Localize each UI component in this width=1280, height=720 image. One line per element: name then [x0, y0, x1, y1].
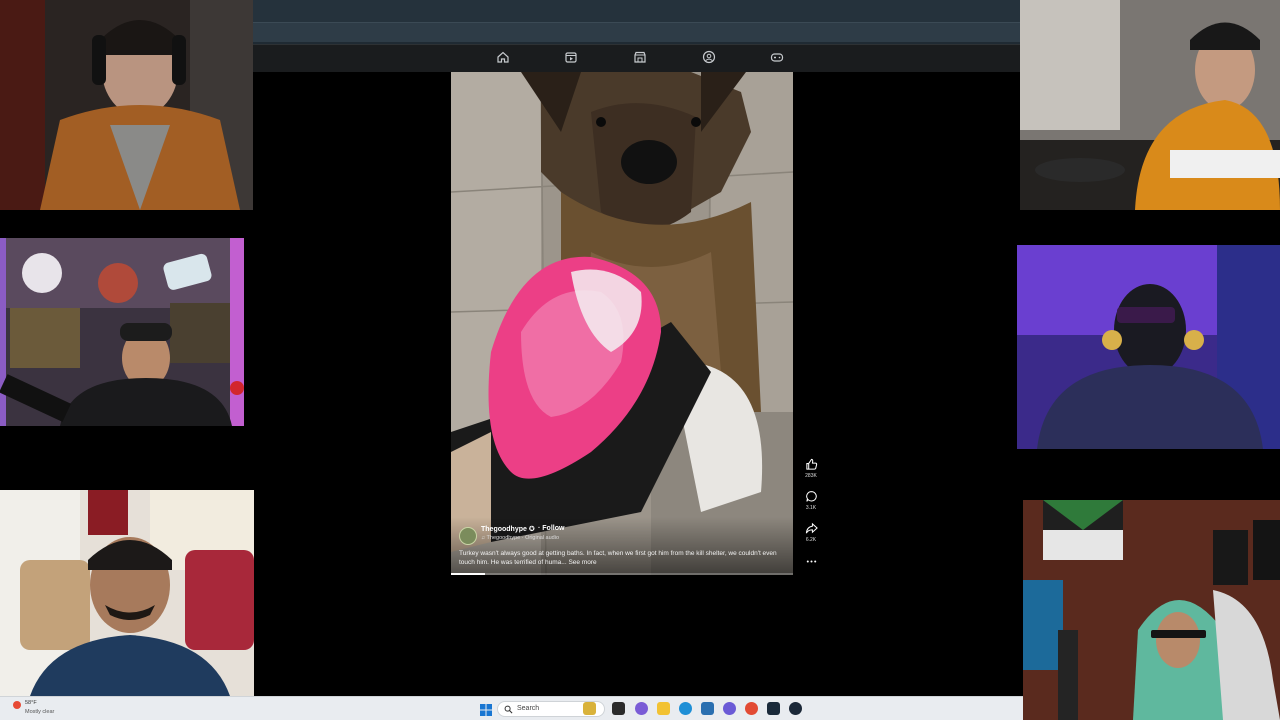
weather-description[interactable]: Mostly clear — [25, 709, 54, 715]
windows-start-icon[interactable] — [480, 703, 492, 716]
chrome-icon[interactable] — [745, 702, 758, 715]
copilot-icon[interactable] — [635, 702, 648, 715]
like-count: 283K — [805, 473, 817, 479]
reel-caption-text: Turkey wasn't always good at getting bat… — [459, 550, 777, 566]
groups-icon[interactable] — [702, 50, 716, 64]
reel-audio-label[interactable]: ♫ Thegoodhype · Original audio — [481, 535, 559, 541]
comment-icon — [805, 491, 817, 502]
webcam-feed-middle-right — [1017, 245, 1280, 449]
author-avatar[interactable] — [459, 527, 477, 545]
discord-icon[interactable] — [723, 702, 736, 715]
webcam-feed-top-left — [0, 0, 253, 210]
reel-progress-bar[interactable] — [451, 573, 793, 575]
reel-video-frame — [451, 72, 793, 575]
edge-icon[interactable] — [679, 702, 692, 715]
steam-icon[interactable] — [789, 702, 802, 715]
more-options-button[interactable] — [803, 555, 819, 568]
taskbar-widget-icon[interactable] — [583, 702, 596, 715]
webcam-feed-top-right — [1020, 0, 1280, 210]
follow-link[interactable]: · Follow — [538, 525, 564, 532]
more-icon — [806, 560, 816, 563]
reel-caption: Turkey wasn't always good at getting bat… — [459, 549, 779, 567]
obs-icon[interactable] — [767, 702, 780, 715]
weather-icon[interactable] — [13, 701, 21, 709]
store-icon[interactable] — [701, 702, 714, 715]
home-icon[interactable] — [496, 50, 510, 64]
search-placeholder: Search — [517, 705, 540, 712]
task-view-icon[interactable] — [612, 702, 625, 715]
video-icon[interactable] — [564, 50, 578, 64]
browser-address-bar[interactable] — [253, 22, 1020, 42]
webcam-feed-middle-left — [0, 238, 244, 426]
comment-button[interactable]: 3.1K — [803, 490, 819, 511]
gaming-icon[interactable] — [770, 50, 784, 64]
webcam-feed-bottom-left — [0, 490, 254, 696]
thumbs-up-icon — [805, 458, 817, 470]
reel-video-player[interactable]: Thegoodhype ✪ · Follow ♫ Thegoodhype · O… — [451, 72, 793, 575]
reel-progress-fill — [451, 573, 486, 575]
share-icon — [805, 522, 818, 534]
marketplace-icon[interactable] — [633, 50, 647, 64]
like-button[interactable]: 283K — [803, 458, 819, 479]
file-explorer-icon[interactable] — [657, 702, 670, 715]
webcam-feed-bottom-right — [1023, 500, 1280, 720]
weather-temperature[interactable]: 58°F — [25, 700, 37, 706]
windows-taskbar: 58°F Mostly clear Search — [0, 696, 1023, 720]
share-button[interactable]: 6.2K — [803, 522, 819, 543]
share-count: 6.2K — [805, 537, 817, 543]
search-icon — [504, 705, 513, 714]
browser-tab-strip[interactable] — [253, 0, 1020, 22]
see-more-link[interactable]: See more — [568, 559, 596, 566]
comment-count: 3.1K — [805, 505, 817, 511]
reel-author-name[interactable]: Thegoodhype ✪ — [481, 525, 535, 533]
